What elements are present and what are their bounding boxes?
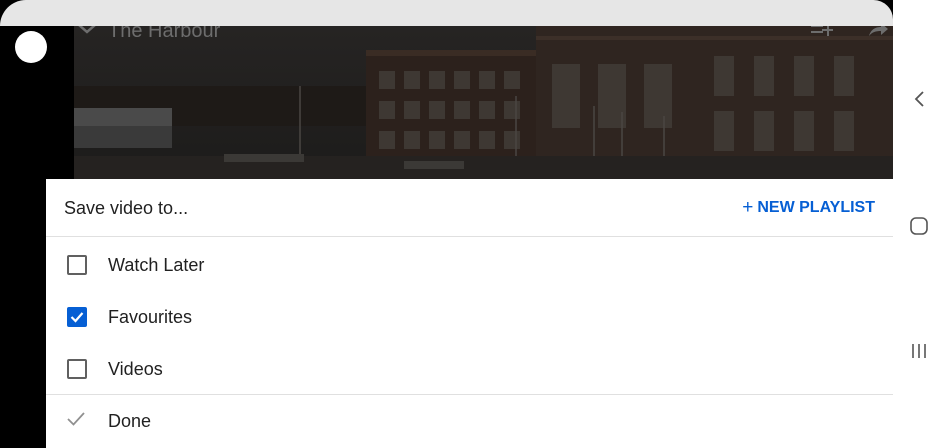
- playlist-label: Videos: [108, 358, 163, 379]
- done-label: Done: [108, 411, 152, 431]
- video-frame-image: [74, 26, 893, 186]
- sheet-title: Save video to...: [64, 198, 189, 218]
- video-title: The Harbour: [108, 26, 221, 42]
- chevron-down-icon[interactable]: [76, 26, 98, 41]
- playlist-label: Favourites: [108, 306, 193, 327]
- new-playlist-button[interactable]: + NEW PLAYLIST: [742, 197, 875, 218]
- new-playlist-label: NEW PLAYLIST: [757, 199, 875, 216]
- playlist-item-videos[interactable]: Videos: [46, 343, 893, 395]
- playlist-item-watch-later[interactable]: Watch Later: [46, 239, 893, 291]
- recent-apps-icon[interactable]: [893, 338, 945, 364]
- plus-icon: +: [742, 197, 754, 218]
- video-player[interactable]: The Harbour: [74, 26, 893, 186]
- status-bar-frame: [0, 0, 893, 26]
- home-icon[interactable]: [893, 213, 945, 239]
- system-navigation-bar: [893, 0, 945, 448]
- add-to-queue-icon[interactable]: [809, 26, 833, 43]
- share-icon[interactable]: [867, 26, 889, 43]
- playlist-label: Watch Later: [108, 254, 205, 275]
- checkbox-unchecked-icon[interactable]: [67, 359, 87, 379]
- checkbox-checked-icon[interactable]: [67, 307, 87, 327]
- video-actions: [809, 26, 889, 43]
- save-to-playlist-sheet: Save video to... + NEW PLAYLIST Watch La…: [46, 179, 893, 448]
- app-screen: The Harbour Save video to... + NEW PLAYL…: [0, 0, 945, 448]
- checkbox-unchecked-icon[interactable]: [67, 255, 87, 275]
- done-button[interactable]: Done: [46, 395, 893, 448]
- sheet-header: Save video to... + NEW PLAYLIST: [46, 179, 893, 237]
- back-icon[interactable]: [893, 86, 945, 112]
- playlist-item-favourites[interactable]: Favourites: [46, 291, 893, 343]
- checkmark-icon: [66, 411, 86, 432]
- camera-cutout: [15, 31, 47, 63]
